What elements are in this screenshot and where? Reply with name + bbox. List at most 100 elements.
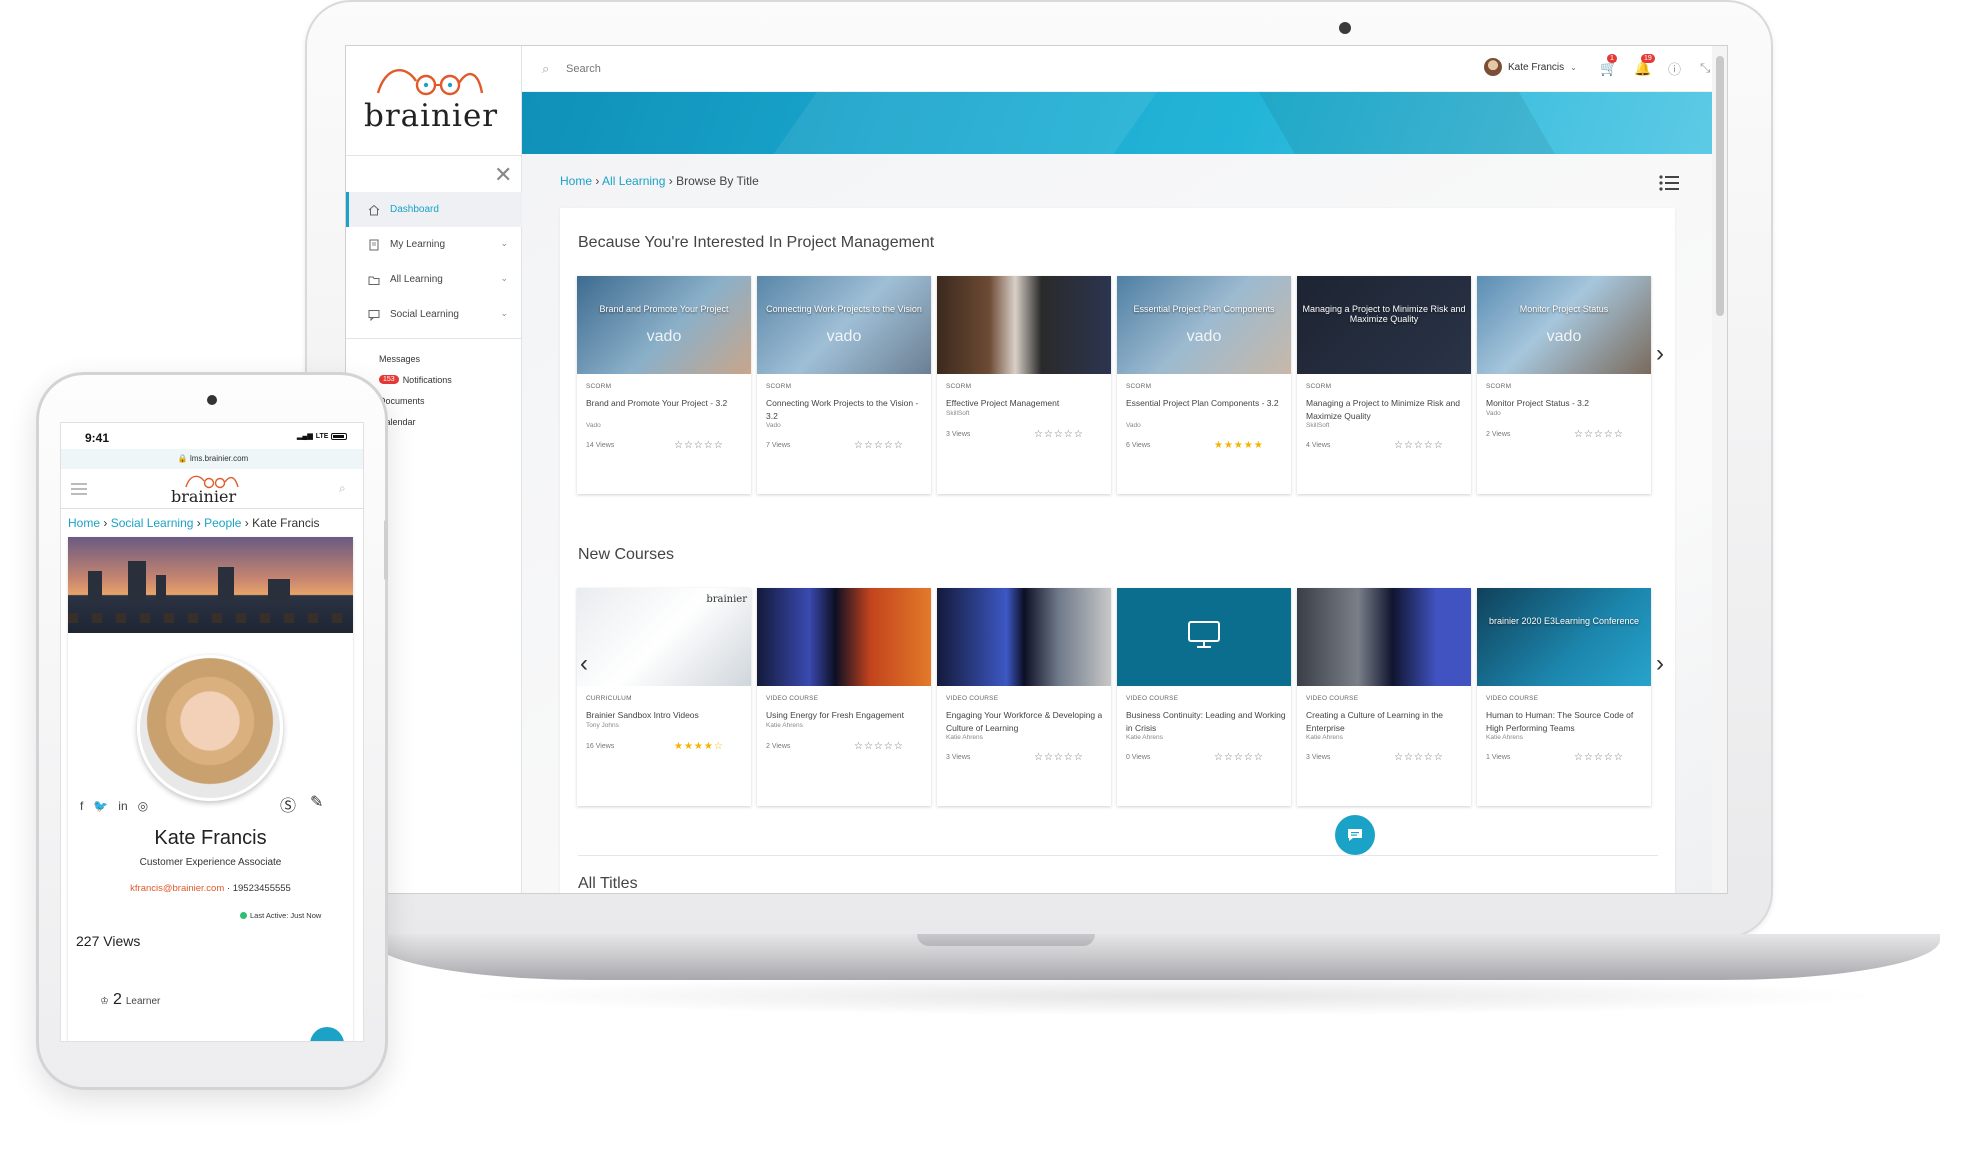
- hamburger-menu-icon[interactable]: [71, 483, 87, 495]
- course-card[interactable]: Brand and Promote Your Project vado SCORM B…: [577, 276, 751, 494]
- carousel-prev-icon[interactable]: ‹: [580, 652, 588, 676]
- course-title[interactable]: Engaging Your Workforce & Developing a C…: [946, 709, 1106, 735]
- course-card[interactable]: Connecting Work Projects to the Vision va…: [757, 276, 931, 494]
- rating-stars[interactable]: ☆☆☆☆☆: [854, 741, 904, 752]
- sidebar-item-label: My Learning: [390, 239, 446, 250]
- skyline-building: [268, 579, 290, 605]
- course-thumbnail[interactable]: brainier: [577, 588, 751, 686]
- help-icon[interactable]: ⓘ: [1668, 59, 1681, 78]
- bell-icon[interactable]: 🔔 19: [1634, 54, 1655, 77]
- course-card[interactable]: VIDEO COURSE Creating a Culture of Learni…: [1297, 588, 1471, 806]
- rating-stars[interactable]: ☆☆☆☆☆: [674, 440, 724, 451]
- chat-button[interactable]: [1335, 815, 1375, 855]
- rating-stars[interactable]: ☆☆☆☆☆: [1394, 440, 1444, 451]
- carousel-next-icon[interactable]: ›: [1656, 342, 1664, 366]
- course-thumbnail[interactable]: Essential Project Plan Components vado: [1117, 276, 1291, 374]
- vertical-scrollbar[interactable]: [1712, 46, 1727, 893]
- rating-stars[interactable]: ★★★★☆: [674, 741, 724, 752]
- rating-stars[interactable]: ☆☆☆☆☆: [854, 440, 904, 451]
- course-title[interactable]: Brainier Sandbox Intro Videos: [586, 709, 746, 722]
- sidebar-item-label: Social Learning: [390, 309, 459, 320]
- search-input[interactable]: [566, 59, 866, 79]
- course-card[interactable]: Managing a Project to Minimize Risk and …: [1297, 276, 1471, 494]
- learner-label: Learner: [125, 996, 161, 1007]
- course-thumbnail[interactable]: [757, 588, 931, 686]
- expand-icon[interactable]: ⤡: [1700, 60, 1710, 76]
- thumbnail-brand: vado: [1546, 328, 1582, 345]
- scrollbar-thumb[interactable]: [1716, 56, 1724, 316]
- book-icon: [369, 239, 379, 250]
- course-thumbnail[interactable]: Managing a Project to Minimize Risk and …: [1297, 276, 1471, 374]
- course-card[interactable]: VIDEO COURSE Engaging Your Workforce & De…: [937, 588, 1111, 806]
- rating-stars[interactable]: ☆☆☆☆☆: [1574, 429, 1624, 440]
- user-menu[interactable]: Kate Francis ⌄: [1484, 58, 1577, 76]
- course-card[interactable]: Monitor Project Status vado SCORM Monitor P…: [1477, 276, 1651, 494]
- profile-email[interactable]: kfrancis@brainier.com: [130, 883, 224, 894]
- sidebar-item-my-learning[interactable]: My Learning ⌄: [346, 227, 522, 262]
- rating-stars[interactable]: ☆☆☆☆☆: [1574, 752, 1624, 763]
- interest-course-cards: Brand and Promote Your Project vado SCORM B…: [577, 276, 1651, 494]
- course-title[interactable]: Connecting Work Projects to the Vision -…: [766, 397, 926, 423]
- linkedin-icon[interactable]: in: [118, 799, 127, 813]
- url-text: lms.brainier.com: [189, 454, 249, 463]
- breadcrumb-people[interactable]: People: [204, 516, 241, 530]
- course-card[interactable]: VIDEO COURSE Using Energy for Fresh Engag…: [757, 588, 931, 806]
- course-title[interactable]: Essential Project Plan Components - 3.2: [1126, 397, 1286, 410]
- course-thumbnail[interactable]: Monitor Project Status vado: [1477, 276, 1651, 374]
- rating-stars[interactable]: ☆☆☆☆☆: [1034, 429, 1084, 440]
- brainier-logo[interactable]: brainier: [346, 46, 522, 156]
- phone-side-button: [384, 520, 388, 580]
- mobile-logo-text[interactable]: brainier: [171, 487, 236, 506]
- instagram-icon[interactable]: ◎: [138, 799, 148, 813]
- course-title[interactable]: Business Continuity: Leading and Working…: [1126, 709, 1286, 735]
- sidebar-link-messages[interactable]: Messages: [379, 348, 452, 369]
- course-title[interactable]: Monitor Project Status - 3.2: [1486, 397, 1646, 410]
- dollar-icon[interactable]: Ⓢ: [280, 792, 296, 816]
- course-provider: Katie Ahrens: [1306, 734, 1343, 741]
- course-thumbnail[interactable]: brainier 2020 E3Learning Conference: [1477, 588, 1651, 686]
- sidebar-link-notifications[interactable]: 153 Notifications: [379, 369, 452, 390]
- twitter-icon[interactable]: 🐦: [93, 799, 108, 813]
- course-type: SCORM: [1126, 383, 1152, 390]
- rating-stars[interactable]: ☆☆☆☆☆: [1034, 752, 1084, 763]
- close-sidebar-icon[interactable]: ✕: [494, 164, 512, 186]
- facebook-icon[interactable]: f: [80, 799, 83, 813]
- course-card[interactable]: VIDEO COURSE Business Continuity: Leading…: [1117, 588, 1291, 806]
- sidebar-item-all-learning[interactable]: All Learning ⌄: [346, 262, 522, 297]
- course-thumbnail[interactable]: Connecting Work Projects to the Vision va…: [757, 276, 931, 374]
- sidebar-item-social-learning[interactable]: Social Learning ⌄: [346, 297, 522, 332]
- breadcrumb-home[interactable]: Home: [560, 174, 592, 188]
- course-thumbnail[interactable]: [937, 276, 1111, 374]
- mobile-chat-button[interactable]: [310, 1027, 344, 1041]
- edit-pencil-icon[interactable]: ✎: [310, 792, 323, 816]
- course-thumbnail[interactable]: [1117, 588, 1291, 686]
- course-title[interactable]: Creating a Culture of Learning in the En…: [1306, 709, 1466, 735]
- sidebar-link-documents[interactable]: Documents: [379, 390, 452, 411]
- course-thumbnail[interactable]: [937, 588, 1111, 686]
- rating-stars[interactable]: ☆☆☆☆☆: [1214, 752, 1264, 763]
- search-icon: ⌕: [542, 61, 550, 76]
- course-title[interactable]: Using Energy for Fresh Engagement: [766, 709, 926, 722]
- breadcrumb-all-learning[interactable]: All Learning: [602, 174, 665, 188]
- course-card[interactable]: brainier 2020 E3Learning Conference VIDEO…: [1477, 588, 1651, 806]
- sidebar-link-calendar[interactable]: Calendar: [379, 411, 452, 432]
- course-title[interactable]: Brand and Promote Your Project - 3.2: [586, 397, 746, 410]
- cart-icon[interactable]: 🛒 1: [1600, 54, 1617, 77]
- sidebar-item-dashboard[interactable]: Dashboard: [346, 192, 522, 227]
- course-title[interactable]: Human to Human: The Source Code of High …: [1486, 709, 1646, 735]
- list-view-icon[interactable]: [1658, 174, 1680, 192]
- course-card[interactable]: Essential Project Plan Components vado SCO…: [1117, 276, 1291, 494]
- course-card[interactable]: SCORM Effective Project Management SkillSo…: [937, 276, 1111, 494]
- carousel-next-icon[interactable]: ›: [1656, 652, 1664, 676]
- breadcrumb-home[interactable]: Home: [68, 516, 100, 530]
- rating-stars[interactable]: ★★★★★: [1214, 440, 1264, 451]
- course-title[interactable]: Managing a Project to Minimize Risk and …: [1306, 397, 1466, 423]
- course-thumbnail[interactable]: [1297, 588, 1471, 686]
- breadcrumb-social-learning[interactable]: Social Learning: [111, 516, 194, 530]
- course-card[interactable]: brainier CURRICULUM Brainier Sandbox Intro…: [577, 588, 751, 806]
- course-thumbnail[interactable]: Brand and Promote Your Project vado: [577, 276, 751, 374]
- search-icon[interactable]: ⌕: [339, 481, 346, 496]
- course-title[interactable]: Effective Project Management: [946, 397, 1106, 410]
- url-bar[interactable]: 🔒 lms.brainier.com: [61, 449, 363, 469]
- rating-stars[interactable]: ☆☆☆☆☆: [1394, 752, 1444, 763]
